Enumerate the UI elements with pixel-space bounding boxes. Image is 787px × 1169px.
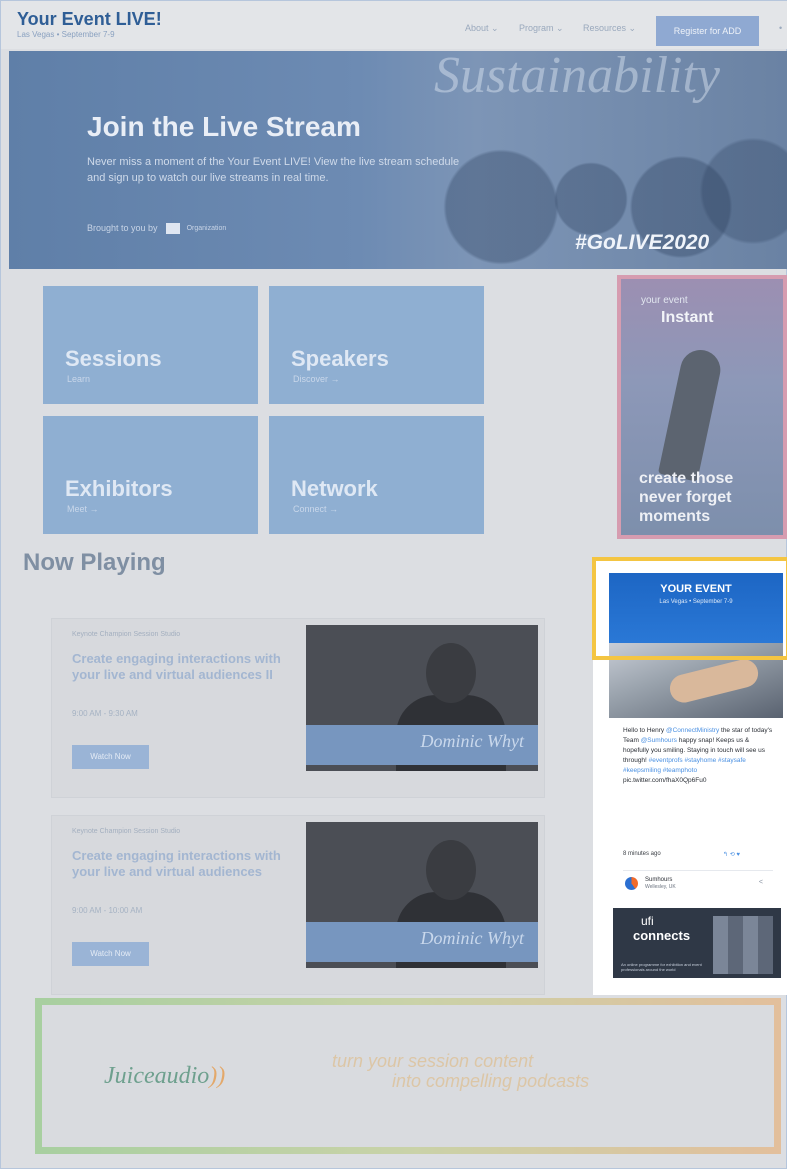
hero-sponsor: Brought to you by Organization [87, 223, 227, 235]
tile-sessions[interactable]: Sessions Learn [43, 286, 258, 404]
tile-sublabel: Discover → [293, 374, 340, 384]
tile-label: Exhibitors [65, 476, 173, 501]
ad-line-2: into compelling podcasts [392, 1071, 590, 1091]
session-card: Keynote Champion Session Studio Create e… [51, 815, 545, 995]
juiceaudio-logo-text: Juiceaudio [104, 1063, 210, 1089]
share-icon[interactable]: < [759, 879, 763, 886]
ad-top-label: your event [641, 295, 688, 306]
avatar [625, 877, 638, 890]
tile-label: Speakers [291, 346, 389, 371]
page: Your Event LIVE! Las Vegas • September 7… [0, 0, 787, 1169]
tweet-timestamp[interactable]: 8 minutes ago [623, 851, 661, 857]
tweet-pic-link: pic.twitter.com/fhaX0Qp6Fu0 [623, 777, 707, 784]
ufi-connects-image[interactable]: ufi connects An online programme for exh… [613, 908, 781, 978]
watch-now-button[interactable]: Watch Now [72, 942, 149, 966]
tile-label: Sessions [65, 346, 162, 371]
tweet-actions-icons[interactable]: ↰ ⟲ ♥ [723, 851, 740, 858]
sponsor-name: Organization [186, 225, 227, 233]
hero-background-word: Sustainability [434, 51, 720, 104]
tile-exhibitors[interactable]: Exhibitors Meet → [43, 416, 258, 534]
nav-label: About [465, 23, 489, 33]
watch-now-button[interactable]: Watch Now [72, 745, 149, 769]
tile-label: Network [291, 476, 378, 501]
highlight-frame [592, 557, 787, 660]
hero-title: Join the Live Stream [87, 111, 361, 142]
juiceaudio-logo: Juiceaudio)) [104, 1063, 225, 1090]
session-title[interactable]: Create engaging interactions with your l… [72, 651, 302, 683]
event-hashtag: #GoLIVE2020 [575, 231, 710, 254]
session-room: Keynote Champion Session Studio [72, 631, 181, 638]
speaker-head [426, 840, 476, 900]
session-time: 9:00 AM - 10:00 AM [72, 906, 143, 915]
ufi-description: An online programme for exhibition and e… [621, 962, 702, 972]
nav-label: Program [519, 23, 554, 33]
nav-more-icon[interactable]: • [779, 23, 782, 33]
raised-hand-image [657, 346, 725, 482]
nav-item-resources[interactable]: Resources ⌄ [583, 23, 636, 34]
top-navigation-bar: Your Event LIVE! Las Vegas • September 7… [1, 1, 787, 49]
tweet-author-location: Wellesley, UK [645, 884, 676, 890]
instant-ad-banner[interactable]: your event Instant create those never fo… [617, 275, 787, 539]
nav-item-program[interactable]: Program ⌄ [519, 23, 564, 34]
ufi-photo-grid [713, 916, 773, 974]
session-card: Keynote Champion Session Studio Create e… [51, 618, 545, 798]
sound-wave-icon: )) [209, 1063, 226, 1089]
nav-item-about[interactable]: About ⌄ [465, 23, 499, 34]
tile-speakers[interactable]: Speakers Discover → [269, 286, 484, 404]
tile-sublabel: Meet → [67, 504, 99, 514]
tile-network[interactable]: Network Connect → [269, 416, 484, 534]
ufi-logo: ufi [641, 914, 654, 928]
tweet-mention-link[interactable]: @Sumhours [641, 737, 677, 744]
session-time: 9:00 AM - 9:30 AM [72, 709, 138, 718]
register-button[interactable]: Register for ADD [656, 16, 759, 46]
ad-line-1: turn your session content [332, 1051, 534, 1071]
tile-sublabel: Learn [67, 374, 91, 384]
speaker-name: Dominic Whyt [420, 731, 524, 751]
ad-headline: Instant [661, 309, 714, 326]
tweet-author-name: Sumhours [645, 877, 673, 883]
session-thumbnail[interactable]: Dominic Whyt [306, 822, 538, 968]
site-subtitle: Las Vegas • September 7-9 [17, 30, 115, 39]
hero-description: Never miss a moment of the Your Event LI… [87, 156, 460, 184]
session-thumbnail[interactable]: Dominic Whyt [306, 625, 538, 771]
speaker-name: Dominic Whyt [420, 928, 524, 948]
now-playing-title: Now Playing [23, 549, 166, 576]
sponsor-label: Brought to you by [87, 223, 158, 233]
session-room: Keynote Champion Session Studio [72, 828, 181, 835]
hero-banner: Sustainability Join the Live Stream Neve… [9, 51, 787, 269]
tweet-text-part: Hello to Henry [623, 727, 666, 734]
tweet-author[interactable]: Sumhours Wellesley, UK < [623, 870, 773, 892]
handshake-image [666, 656, 762, 706]
nav-label: Resources [583, 23, 627, 33]
site-title[interactable]: Your Event LIVE! [17, 9, 162, 30]
juiceaudio-ad-banner[interactable]: Juiceaudio)) turn your session content i… [35, 998, 781, 1154]
speaker-head [426, 643, 476, 703]
ufi-connects-label: connects [633, 928, 691, 943]
tile-sublabel: Connect → [293, 504, 339, 514]
tweet-text: Hello to Henry @ConnectMinistry the star… [623, 726, 773, 786]
ad-tagline: create those never forget moments [639, 470, 734, 525]
session-title[interactable]: Create engaging interactions with your l… [72, 848, 302, 880]
sponsor-logo-icon [166, 223, 181, 235]
tweet-mention-link[interactable]: @ConnectMinistry [666, 727, 719, 734]
